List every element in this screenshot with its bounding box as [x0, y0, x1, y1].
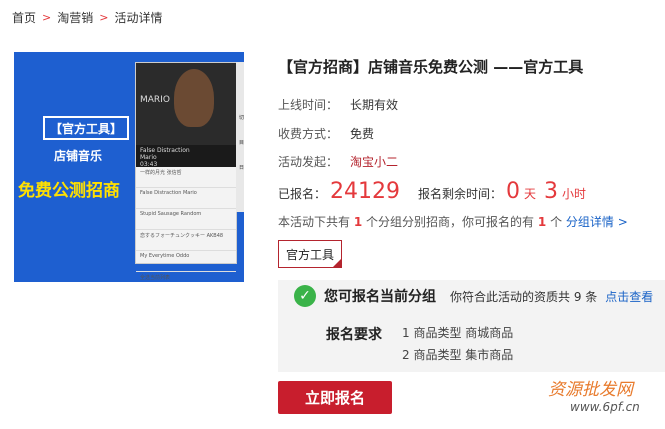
note-count: 1 [353, 215, 363, 229]
track-artist: Mario [140, 154, 157, 161]
album-art: MARIO [136, 63, 236, 145]
list-item: 一样的月光 张信哲 [136, 167, 236, 188]
list-footer: 全选当前列表 [136, 272, 236, 282]
remaining-days: 0 [506, 179, 521, 204]
signup-status: 已报名： 24129 报名剩余时间： 0 天 3 小时 [278, 179, 586, 204]
promo-subtitle: 店铺音乐 [54, 149, 103, 163]
player-side-controls: 切歌 目录 日志 [236, 62, 244, 212]
day-unit: 天 [524, 187, 537, 201]
eligibility-panel: ✓ 您可报名当前分组 你符合此活动的资质共 9 条 点击查看 报名要求 1 商品… [278, 280, 665, 372]
note-text: 个分组分别招商，你可报名的有 [366, 215, 535, 229]
album-title: MARIO [140, 95, 170, 105]
note-text: 个 [550, 215, 563, 229]
group-tab-label: 官方工具 [285, 247, 334, 262]
breadcrumb-home[interactable]: 首页 [12, 9, 36, 26]
now-playing: False Distraction Mario 03:43 [136, 145, 236, 168]
artist-photo [174, 69, 214, 127]
promo-badge: 【官方工具】 [43, 116, 129, 140]
field-label: 活动发起： [278, 155, 339, 169]
check-icon: ✓ [294, 285, 316, 307]
activity-title: 【官方招商】店铺音乐免费公测 ——官方工具 [278, 58, 584, 76]
list-item: False Distraction Mario [136, 188, 236, 209]
track-title: False Distraction [140, 147, 190, 154]
hour-unit: 小时 [562, 187, 587, 201]
breadcrumb-current: 活动详情 [114, 11, 163, 25]
note-text: 本活动下共有 [278, 215, 351, 229]
promo-headline: 免费公测招商 [18, 181, 120, 201]
side-label: 切歌 [238, 115, 244, 121]
group-note: 本活动下共有 1 个分组分别招商，你可报名的有 1 个 分组详情 > [278, 213, 628, 230]
requirements-list: 1 商品类型 商城商品 2 商品类型 集市商品 [402, 322, 513, 366]
field-label: 上线时间： [278, 98, 339, 112]
selected-corner-icon [332, 258, 342, 268]
watermark-url: www.6pf.cn [570, 400, 640, 414]
initiator-link[interactable]: 淘宝小二 [350, 155, 398, 169]
group-details-link[interactable]: 分组详情 > [566, 215, 628, 229]
breadcrumb: 首页 > 淘营销 > 活动详情 [12, 9, 162, 26]
music-player-mockup: MARIO False Distraction Mario 03:43 一样的月… [135, 62, 237, 281]
requirement-item: 2 商品类型 集市商品 [402, 348, 514, 362]
signup-label: 已报名： [278, 187, 327, 201]
side-label: 日志 [238, 165, 244, 171]
signup-button[interactable]: 立即报名 [278, 381, 392, 414]
promo-image: 【官方工具】 店铺音乐 免费公测招商 MARIO False Distracti… [14, 52, 244, 282]
signup-count: 24129 [330, 179, 401, 204]
view-qualifications-link[interactable]: 点击查看 [605, 288, 653, 305]
field-online-time: 上线时间： 长期有效 [278, 96, 398, 113]
group-tab-official-tools[interactable]: 官方工具 [278, 240, 342, 268]
eligibility-title: 您可报名当前分组 [324, 289, 436, 305]
requirements-label: 报名要求 [326, 327, 382, 343]
field-value: 免费 [350, 127, 375, 141]
chevron-right-icon: > [42, 11, 52, 24]
eligibility-detail: 你符合此活动的资质共 9 条 [450, 289, 598, 304]
list-item: My Everytime Oddo [136, 251, 236, 272]
breadcrumb-marketing[interactable]: 淘营销 [57, 9, 93, 26]
list-item: Stupid Sausage Random [136, 209, 236, 230]
side-label: 目录 [238, 140, 244, 146]
field-value: 长期有效 [350, 98, 399, 112]
remaining-label: 报名剩余时间： [418, 187, 503, 201]
requirement-item: 1 商品类型 商城商品 [402, 326, 514, 340]
field-label: 收费方式： [278, 127, 339, 141]
watermark-logo: 资源批发网 [548, 380, 633, 400]
chevron-right-icon: > [99, 11, 109, 24]
note-count: 1 [537, 215, 547, 229]
list-item: 恋するフォーチュンクッキー AKB48 [136, 230, 236, 251]
remaining-hours: 3 [544, 179, 559, 204]
field-charge: 收费方式： 免费 [278, 125, 374, 142]
field-initiator: 活动发起： 淘宝小二 [278, 153, 398, 170]
